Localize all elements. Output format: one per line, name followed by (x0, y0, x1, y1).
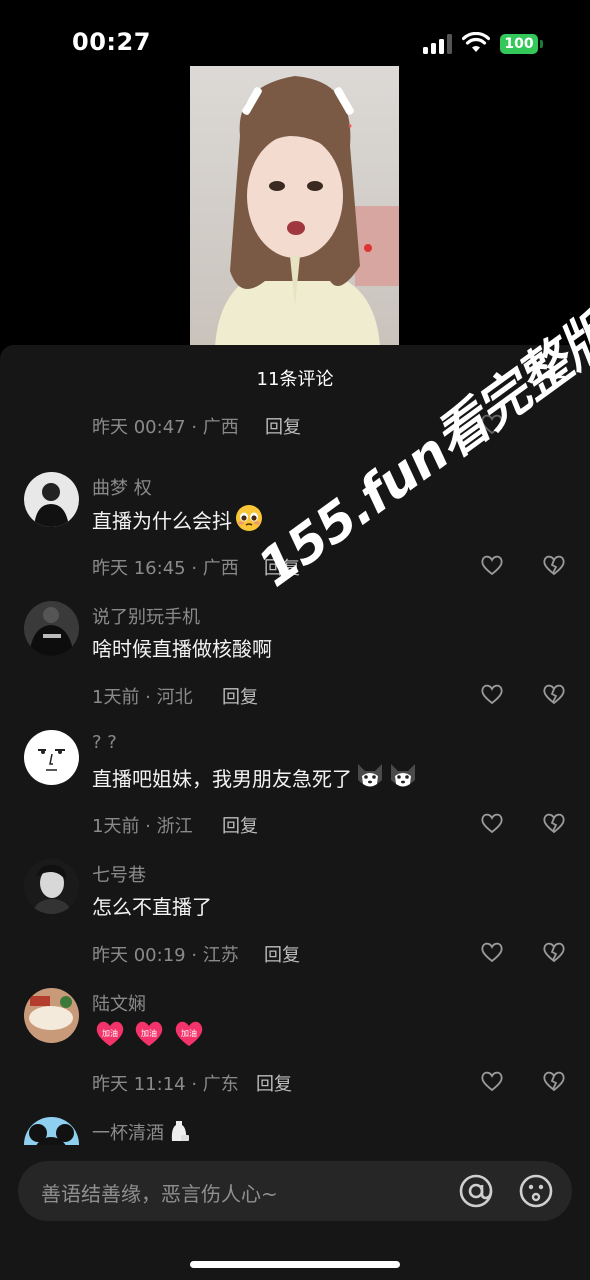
wifi-icon (462, 32, 490, 52)
avatar[interactable] (24, 988, 79, 1043)
comment-input-placeholder: 善语结善缘，恶言伤人心~ (41, 1182, 278, 1206)
comment-list[interactable]: 昨天 00:47 · 广西 回复 曲梦 权 直播为什么会抖 昨天 16:45 ·… (0, 345, 590, 1172)
comment-meta: 1天前 · 河北 (92, 687, 193, 708)
avatar[interactable] (24, 730, 79, 785)
reply-button[interactable]: 回复 (264, 941, 300, 967)
dislike-icon[interactable] (542, 683, 566, 705)
dislike-icon[interactable] (542, 812, 566, 834)
comment-username[interactable]: 陆文娴 (92, 990, 146, 1016)
comment-text: 怎么不直播了 (92, 895, 212, 919)
avatar[interactable] (24, 601, 79, 656)
reply-button[interactable]: 回复 (265, 413, 301, 439)
comment-stickers: 加油 加油 加油 (92, 1018, 204, 1049)
emoji-picker-icon[interactable] (518, 1173, 554, 1209)
comment-meta: 昨天 16:45 · 广西 (92, 558, 239, 579)
like-icon[interactable] (480, 683, 504, 705)
video-frame-image (190, 66, 399, 346)
like-icon[interactable] (480, 812, 504, 834)
like-icon[interactable] (480, 941, 504, 963)
comment-username[interactable]: 曲梦 权 (92, 474, 152, 500)
comment-text: 直播吧姐妹，我男朋友急死了 (92, 762, 418, 792)
battery-level: 100 (500, 34, 538, 54)
sake-icon (171, 1121, 189, 1141)
reply-button[interactable]: 回复 (222, 812, 258, 838)
sticker-label: 加油 (102, 1028, 118, 1038)
comment-meta: 昨天 11:14 · 广东 (92, 1074, 239, 1095)
sticker-label: 加油 (141, 1028, 157, 1038)
comment-username[interactable]: 一杯清酒 (92, 1119, 191, 1145)
dislike-icon[interactable] (542, 941, 566, 963)
comment-username[interactable]: ? ? (92, 732, 117, 753)
battery-icon: 100 (500, 34, 544, 54)
avatar[interactable] (24, 472, 79, 527)
reply-button[interactable]: 回复 (222, 683, 258, 709)
avatar[interactable] (24, 859, 79, 914)
comment-input-bar: 善语结善缘，恶言伤人心~ (0, 1145, 590, 1280)
cheer-sticker-icon: 加油 (175, 1021, 202, 1046)
husky-face-icon (391, 764, 415, 787)
at-mention-icon[interactable] (458, 1173, 494, 1209)
comment-input[interactable]: 善语结善缘，恶言伤人心~ (18, 1161, 572, 1221)
cheer-sticker-icon: 加油 (136, 1021, 163, 1046)
dislike-icon[interactable] (542, 1070, 566, 1092)
comment-username[interactable]: 七号巷 (92, 861, 146, 887)
cellular-signal-icon (423, 34, 452, 54)
comment-text: 啥时候直播做核酸啊 (92, 637, 272, 661)
cheer-sticker-icon: 加油 (96, 1021, 124, 1046)
comment-meta: 昨天 00:19 · 江苏 (92, 945, 239, 966)
like-icon[interactable] (480, 554, 504, 576)
status-time: 00:27 (72, 28, 151, 56)
like-icon[interactable] (480, 1070, 504, 1092)
dislike-icon[interactable] (542, 554, 566, 576)
comment-meta: 昨天 00:47 · 广西 (92, 417, 239, 438)
comment-meta: 1天前 · 浙江 (92, 816, 193, 837)
video-preview[interactable] (190, 66, 399, 346)
comment-username[interactable]: 说了别玩手机 (92, 603, 200, 629)
comment-text: 直播为什么会抖 (92, 504, 263, 534)
reply-button[interactable]: 回复 (256, 1070, 292, 1096)
home-indicator[interactable] (190, 1261, 400, 1268)
sticker-label: 加油 (181, 1028, 197, 1038)
husky-face-icon (358, 764, 382, 787)
comments-sheet: 11条评论 昨天 00:47 · 广西 回复 曲梦 权 直播为什么会抖 昨天 1… (0, 345, 590, 1280)
